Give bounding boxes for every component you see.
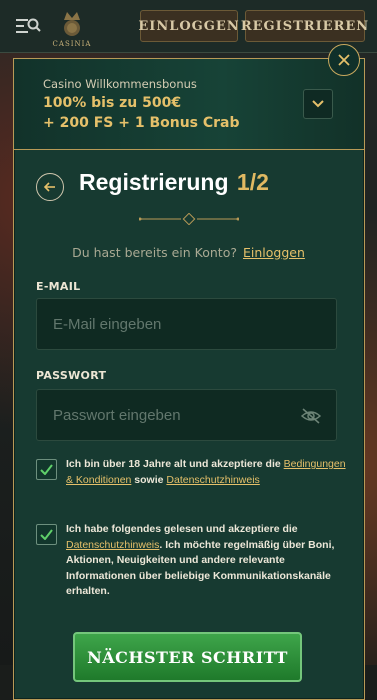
have-account-text: Du hast bereits ein Konto?: [72, 245, 237, 260]
have-account-row: Du hast bereits ein Konto? Einloggen: [0, 245, 377, 260]
consent1-text-b: sowie: [131, 473, 167, 486]
form-title-text: Registrierung: [79, 169, 229, 195]
ornament-divider: [139, 213, 239, 225]
casinia-logo[interactable]: CASINIA: [52, 8, 92, 48]
bonus-line-1: 100% bis zu 500€: [43, 95, 182, 111]
welcome-bonus-banner: Casino Willkommensbonus 100% bis zu 500€…: [14, 59, 364, 150]
marketing-consent-checkbox[interactable]: [36, 524, 57, 545]
email-label: E-MAIL: [36, 280, 81, 293]
password-field[interactable]: [37, 390, 336, 440]
form-title: Registrierung 1/2: [79, 169, 269, 196]
email-field[interactable]: [37, 299, 336, 349]
form-step-indicator: 1/2: [236, 169, 269, 195]
privacy-link-2[interactable]: Datenschutzhinweis: [66, 539, 159, 551]
checkmark-icon: [40, 529, 53, 540]
back-button[interactable]: [36, 173, 64, 201]
email-field-wrapper: [36, 298, 337, 350]
bonus-expand-button[interactable]: [303, 89, 333, 119]
login-link[interactable]: Einloggen: [243, 245, 305, 260]
consent2-text-a: Ich habe folgendes gelesen und akzeptier…: [66, 523, 298, 535]
marketing-consent-text: Ich habe folgendes gelesen und akzeptier…: [66, 522, 346, 600]
bonus-title: Casino Willkommensbonus: [43, 77, 197, 91]
age-terms-checkbox[interactable]: [36, 459, 57, 480]
logo-text: CASINIA: [52, 40, 92, 48]
chevron-down-icon: [312, 100, 324, 108]
privacy-link-1[interactable]: Datenschutzhinweis: [166, 474, 259, 486]
crown-lion-icon: [64, 12, 80, 36]
eye-off-icon[interactable]: [300, 406, 322, 426]
bonus-line-2: + 200 FS + 1 Bonus Crab: [43, 115, 240, 131]
login-button[interactable]: EINLOGGEN: [138, 10, 239, 42]
top-navigation-bar: CASINIA EINLOGGEN REGISTRIEREN: [0, 0, 377, 53]
checkmark-icon: [40, 464, 53, 475]
age-terms-text: Ich bin über 18 Jahre alt und akzeptiere…: [66, 457, 346, 488]
password-field-wrapper: [36, 389, 337, 441]
close-modal-button[interactable]: [328, 44, 360, 76]
register-button[interactable]: REGISTRIEREN: [241, 10, 368, 42]
close-icon: [338, 54, 350, 66]
consent1-text-a: Ich bin über 18 Jahre alt und akzeptiere…: [66, 458, 284, 470]
menu-search-icon[interactable]: [15, 16, 41, 36]
password-label: PASSWORT: [36, 369, 107, 382]
arrow-left-icon: [44, 182, 55, 192]
next-step-button[interactable]: NÄCHSTER SCHRITT: [73, 632, 302, 682]
